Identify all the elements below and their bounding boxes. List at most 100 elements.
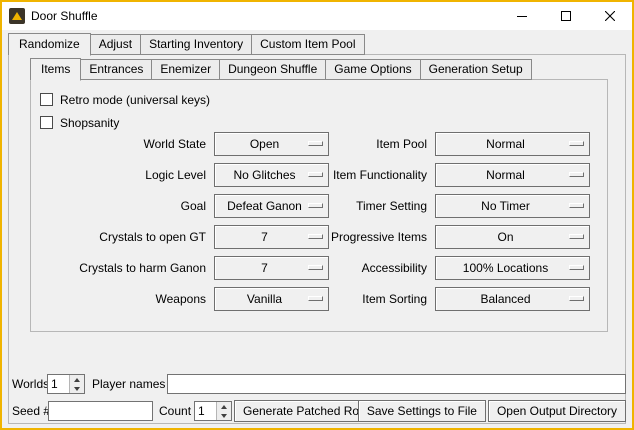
generate-button-wrap: Generate Patched Rom xyxy=(234,400,378,422)
triangle-down-icon xyxy=(74,387,80,391)
item-functionality-label: Item Functionality xyxy=(329,168,435,182)
open-output-button[interactable]: Open Output Directory xyxy=(488,400,626,422)
world-state-dropdown[interactable]: Open xyxy=(214,132,329,156)
item-functionality-dropdown[interactable]: Normal xyxy=(435,163,590,187)
option-menu-indicator-icon xyxy=(308,296,323,301)
option-menu-indicator-icon xyxy=(308,172,323,177)
item-sorting-dropdown[interactable]: Balanced xyxy=(435,287,590,311)
tab-adjust[interactable]: Adjust xyxy=(90,34,141,55)
goal-label: Goal xyxy=(40,199,214,213)
timer-setting-label: Timer Setting xyxy=(329,199,435,213)
option-menu-indicator-icon xyxy=(569,172,584,177)
primary-tab-bar: Randomize Adjust Starting Inventory Cust… xyxy=(8,33,364,55)
tab-enemizer[interactable]: Enemizer xyxy=(151,59,220,80)
player-names-input[interactable] xyxy=(167,374,626,394)
minimize-button[interactable] xyxy=(500,2,544,30)
dropdown-value: 7 xyxy=(261,261,282,275)
player-names-label: Player names xyxy=(92,374,165,394)
accessibility-dropdown[interactable]: 100% Locations xyxy=(435,256,590,280)
tab-items[interactable]: Items xyxy=(30,58,81,81)
titlebar[interactable]: Door Shuffle xyxy=(2,2,632,30)
option-row: Logic Level No Glitches Item Functionali… xyxy=(40,159,590,190)
dropdown-value: On xyxy=(497,230,527,244)
close-button[interactable] xyxy=(588,2,632,30)
item-sorting-label: Item Sorting xyxy=(329,292,435,306)
count-spinbox[interactable]: 1 xyxy=(194,401,232,421)
option-menu-indicator-icon xyxy=(308,203,323,208)
tab-game-options[interactable]: Game Options xyxy=(325,59,420,80)
triangle-up-icon xyxy=(221,405,227,409)
tab-generation-setup[interactable]: Generation Setup xyxy=(420,59,532,80)
timer-setting-dropdown[interactable]: No Timer xyxy=(435,194,590,218)
tab-dungeon-shuffle[interactable]: Dungeon Shuffle xyxy=(219,59,326,80)
spinner-arrows xyxy=(69,375,84,393)
option-menu-indicator-icon xyxy=(569,141,584,146)
triangle-up-icon xyxy=(74,378,80,382)
tab-custom-item-pool[interactable]: Custom Item Pool xyxy=(251,34,364,55)
spin-down-button[interactable] xyxy=(217,411,231,420)
maximize-button[interactable] xyxy=(544,2,588,30)
worlds-label: Worlds xyxy=(12,374,49,394)
progressive-items-label: Progressive Items xyxy=(329,230,435,244)
worlds-spinbox[interactable]: 1 xyxy=(47,374,85,394)
window-title: Door Shuffle xyxy=(31,9,98,23)
weapons-dropdown[interactable]: Vanilla xyxy=(214,287,329,311)
window-controls xyxy=(500,2,632,30)
option-row: Goal Defeat Ganon Timer Setting No Timer xyxy=(40,190,590,221)
logic-level-dropdown[interactable]: No Glitches xyxy=(214,163,329,187)
option-menu-indicator-icon xyxy=(308,234,323,239)
options-grid: World State Open Item Pool Normal Logic … xyxy=(40,128,590,314)
option-menu-indicator-icon xyxy=(569,234,584,239)
spin-up-button[interactable] xyxy=(70,375,84,384)
minimize-icon xyxy=(517,11,527,21)
generate-rom-button[interactable]: Generate Patched Rom xyxy=(234,400,378,422)
goal-dropdown[interactable]: Defeat Ganon xyxy=(214,194,329,218)
secondary-tab-bar: Items Entrances Enemizer Dungeon Shuffle… xyxy=(30,59,531,80)
retro-mode-checkbox[interactable]: Retro mode (universal keys) xyxy=(40,88,210,111)
count-value: 1 xyxy=(195,402,216,420)
bottom-right-buttons: Save Settings to File Open Output Direct… xyxy=(358,400,626,422)
item-pool-dropdown[interactable]: Normal xyxy=(435,132,590,156)
dropdown-value: Defeat Ganon xyxy=(227,199,316,213)
option-menu-indicator-icon xyxy=(569,203,584,208)
dropdown-value: 100% Locations xyxy=(463,261,562,275)
spin-up-button[interactable] xyxy=(217,402,231,411)
save-settings-button[interactable]: Save Settings to File xyxy=(358,400,486,422)
tab-randomize[interactable]: Randomize xyxy=(8,33,91,56)
dropdown-value: 7 xyxy=(261,230,282,244)
close-icon xyxy=(605,11,615,21)
app-icon xyxy=(9,8,25,24)
item-pool-label: Item Pool xyxy=(329,137,435,151)
app-window: Door Shuffle Randomize Adjust Starting I… xyxy=(0,0,634,430)
accessibility-label: Accessibility xyxy=(329,261,435,275)
spinner-arrows xyxy=(216,402,231,420)
progressive-items-dropdown[interactable]: On xyxy=(435,225,590,249)
dropdown-value: Open xyxy=(250,137,293,151)
option-menu-indicator-icon xyxy=(308,141,323,146)
dropdown-value: Normal xyxy=(486,137,539,151)
crystals-ganon-dropdown[interactable]: 7 xyxy=(214,256,329,280)
world-state-label: World State xyxy=(40,137,214,151)
count-label: Count xyxy=(159,401,191,421)
checkbox-icon[interactable] xyxy=(40,93,53,106)
spin-down-button[interactable] xyxy=(70,384,84,393)
seed-label: Seed # xyxy=(12,401,50,421)
crystals-gt-dropdown[interactable]: 7 xyxy=(214,225,329,249)
option-row: Crystals to harm Ganon 7 Accessibility 1… xyxy=(40,252,590,283)
option-menu-indicator-icon xyxy=(308,265,323,270)
seed-input[interactable] xyxy=(48,401,153,421)
tab-starting-inventory[interactable]: Starting Inventory xyxy=(140,34,252,55)
logic-level-label: Logic Level xyxy=(40,168,214,182)
dropdown-value: No Timer xyxy=(481,199,544,213)
option-menu-indicator-icon xyxy=(569,265,584,270)
crystals-ganon-label: Crystals to harm Ganon xyxy=(40,261,214,275)
maximize-icon xyxy=(561,11,571,21)
option-row: Weapons Vanilla Item Sorting Balanced xyxy=(40,283,590,314)
dropdown-value: Balanced xyxy=(480,292,544,306)
dropdown-value: Vanilla xyxy=(247,292,296,306)
option-menu-indicator-icon xyxy=(569,296,584,301)
weapons-label: Weapons xyxy=(40,292,214,306)
dropdown-value: No Glitches xyxy=(233,168,309,182)
tab-entrances[interactable]: Entrances xyxy=(80,59,152,80)
checkbox-label: Retro mode (universal keys) xyxy=(60,93,210,107)
